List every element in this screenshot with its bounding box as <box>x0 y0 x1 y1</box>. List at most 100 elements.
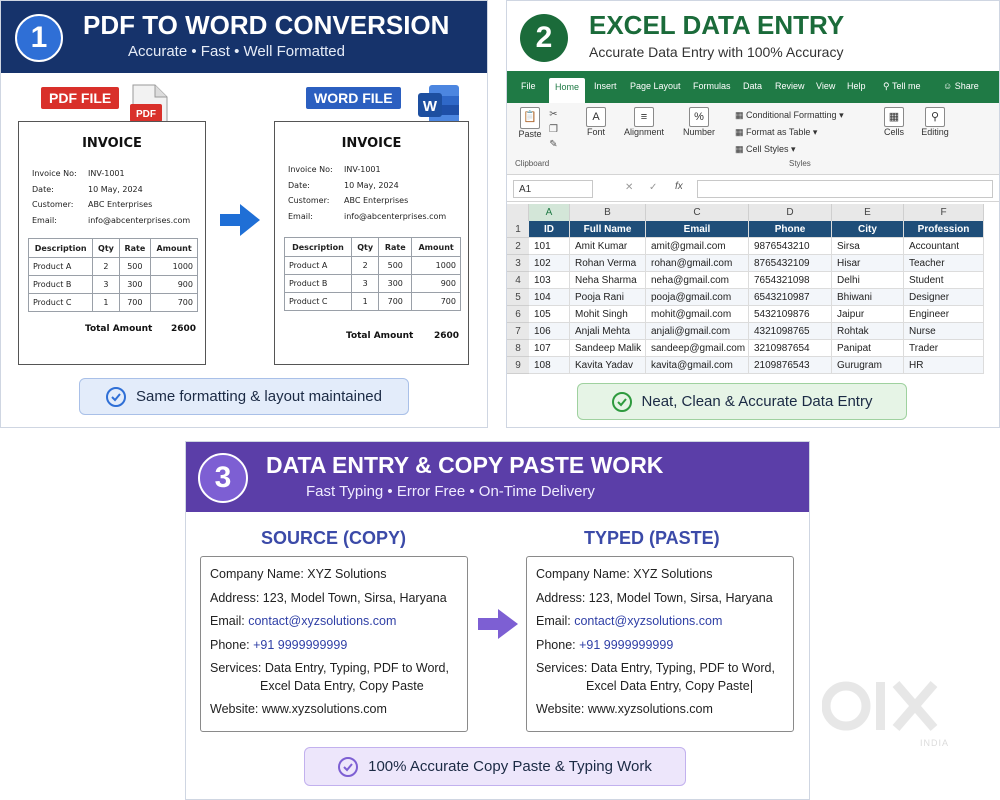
cells-button[interactable]: ▦ Cells <box>879 107 909 137</box>
row-header-3[interactable]: 3 <box>507 255 529 272</box>
tab-file[interactable]: File <box>521 81 536 91</box>
table-cell[interactable]: Neha Sharma <box>570 272 646 289</box>
column-header-d[interactable]: D <box>749 204 832 221</box>
table-cell[interactable]: kavita@gmail.com <box>646 357 749 374</box>
tab-tell-me[interactable]: ⚲ Tell me <box>883 81 920 92</box>
table-cell[interactable]: HR <box>904 357 984 374</box>
table-cell[interactable]: 107 <box>529 340 570 357</box>
row-header-2[interactable]: 2 <box>507 238 529 255</box>
table-cell[interactable]: 103 <box>529 272 570 289</box>
conditional-formatting-button[interactable]: ▦ Conditional Formatting ▾ <box>735 107 844 124</box>
table-cell[interactable]: Engineer <box>904 306 984 323</box>
formula-input[interactable] <box>697 180 993 198</box>
header-cell[interactable]: Profession <box>904 221 984 238</box>
table-cell[interactable]: 105 <box>529 306 570 323</box>
table-cell[interactable]: Accountant <box>904 238 984 255</box>
header-cell[interactable]: ID <box>529 221 570 238</box>
table-cell[interactable]: Bhiwani <box>832 289 904 306</box>
function-icon[interactable]: fx <box>675 181 683 192</box>
format-painter-icon[interactable]: ✎ <box>549 137 558 152</box>
column-header-c[interactable]: C <box>646 204 749 221</box>
table-cell[interactable]: 3210987654 <box>749 340 832 357</box>
table-cell[interactable]: Mohit Singh <box>570 306 646 323</box>
column-header-a[interactable]: A <box>529 204 570 221</box>
cancel-icon[interactable]: ✕ <box>625 182 633 193</box>
tab-view[interactable]: View <box>816 81 835 91</box>
header-cell[interactable]: Email <box>646 221 749 238</box>
table-cell[interactable]: Gurugram <box>832 357 904 374</box>
table-cell[interactable]: Designer <box>904 289 984 306</box>
row-header-8[interactable]: 8 <box>507 340 529 357</box>
table-cell[interactable]: pooja@gmail.com <box>646 289 749 306</box>
table-cell[interactable]: Delhi <box>832 272 904 289</box>
table-cell[interactable]: 8765432109 <box>749 255 832 272</box>
tab-formulas[interactable]: Formulas <box>693 81 731 91</box>
table-cell[interactable]: Student <box>904 272 984 289</box>
tab-insert[interactable]: Insert <box>594 81 617 91</box>
editing-button[interactable]: ⚲ Editing <box>917 107 953 137</box>
table-cell[interactable]: Teacher <box>904 255 984 272</box>
table-cell[interactable]: rohan@gmail.com <box>646 255 749 272</box>
row-header-9[interactable]: 9 <box>507 357 529 374</box>
tab-review[interactable]: Review <box>775 81 805 91</box>
table-cell[interactable]: 104 <box>529 289 570 306</box>
row-header-6[interactable]: 6 <box>507 306 529 323</box>
table-cell[interactable]: Rohan Verma <box>570 255 646 272</box>
enter-icon[interactable]: ✓ <box>649 182 657 193</box>
header-cell[interactable]: City <box>832 221 904 238</box>
row-header-5[interactable]: 5 <box>507 289 529 306</box>
clipboard-tools[interactable]: ✂ ❐ ✎ <box>549 107 558 152</box>
table-cell[interactable]: Nurse <box>904 323 984 340</box>
table-cell[interactable]: Kavita Yadav <box>570 357 646 374</box>
number-button[interactable]: % Number <box>679 107 719 137</box>
table-cell[interactable]: 102 <box>529 255 570 272</box>
select-all-corner[interactable] <box>507 204 529 221</box>
table-cell[interactable]: Pooja Rani <box>570 289 646 306</box>
row-header-1[interactable]: 1 <box>507 221 529 238</box>
table-cell[interactable]: Hisar <box>832 255 904 272</box>
table-cell[interactable]: 106 <box>529 323 570 340</box>
table-cell[interactable]: 7654321098 <box>749 272 832 289</box>
name-box[interactable]: A1 <box>513 180 593 198</box>
cut-icon[interactable]: ✂ <box>549 107 558 122</box>
table-cell[interactable]: Sirsa <box>832 238 904 255</box>
table-cell[interactable]: 108 <box>529 357 570 374</box>
column-header-e[interactable]: E <box>832 204 904 221</box>
header-cell[interactable]: Phone <box>749 221 832 238</box>
column-header-f[interactable]: F <box>904 204 984 221</box>
panel3-feature-text: 100% Accurate Copy Paste & Typing Work <box>368 758 652 775</box>
copy-icon[interactable]: ❐ <box>549 122 558 137</box>
table-cell[interactable]: sandeep@gmail.com <box>646 340 749 357</box>
table-cell[interactable]: amit@gmail.com <box>646 238 749 255</box>
share-button[interactable]: ☺ Share <box>943 81 979 91</box>
table-cell[interactable]: Jaipur <box>832 306 904 323</box>
table-cell[interactable]: 2109876543 <box>749 357 832 374</box>
table-cell[interactable]: mohit@gmail.com <box>646 306 749 323</box>
table-cell[interactable]: Amit Kumar <box>570 238 646 255</box>
table-cell[interactable]: 6543210987 <box>749 289 832 306</box>
table-cell[interactable]: neha@gmail.com <box>646 272 749 289</box>
table-cell[interactable]: Anjali Mehta <box>570 323 646 340</box>
tab-data[interactable]: Data <box>743 81 762 91</box>
font-button[interactable]: A Font <box>581 107 611 137</box>
header-cell[interactable]: Full Name <box>570 221 646 238</box>
cell-styles-button[interactable]: ▦ Cell Styles ▾ <box>735 141 844 158</box>
table-cell[interactable]: Sandeep Malik <box>570 340 646 357</box>
tab-page-layout[interactable]: Page Layout <box>630 81 681 91</box>
table-cell[interactable]: 5432109876 <box>749 306 832 323</box>
table-cell[interactable]: Panipat <box>832 340 904 357</box>
table-cell[interactable]: Rohtak <box>832 323 904 340</box>
tab-home[interactable]: Home <box>549 78 586 103</box>
paste-button[interactable]: 📋 Paste <box>515 107 545 139</box>
alignment-button[interactable]: ≡ Alignment <box>619 107 669 137</box>
table-cell[interactable]: 4321098765 <box>749 323 832 340</box>
row-header-7[interactable]: 7 <box>507 323 529 340</box>
table-cell[interactable]: 101 <box>529 238 570 255</box>
column-header-b[interactable]: B <box>570 204 646 221</box>
row-header-4[interactable]: 4 <box>507 272 529 289</box>
table-cell[interactable]: anjali@gmail.com <box>646 323 749 340</box>
table-cell[interactable]: 9876543210 <box>749 238 832 255</box>
tab-help[interactable]: Help <box>847 81 866 91</box>
table-cell[interactable]: Trader <box>904 340 984 357</box>
format-as-table-button[interactable]: ▦ Format as Table ▾ <box>735 124 844 141</box>
